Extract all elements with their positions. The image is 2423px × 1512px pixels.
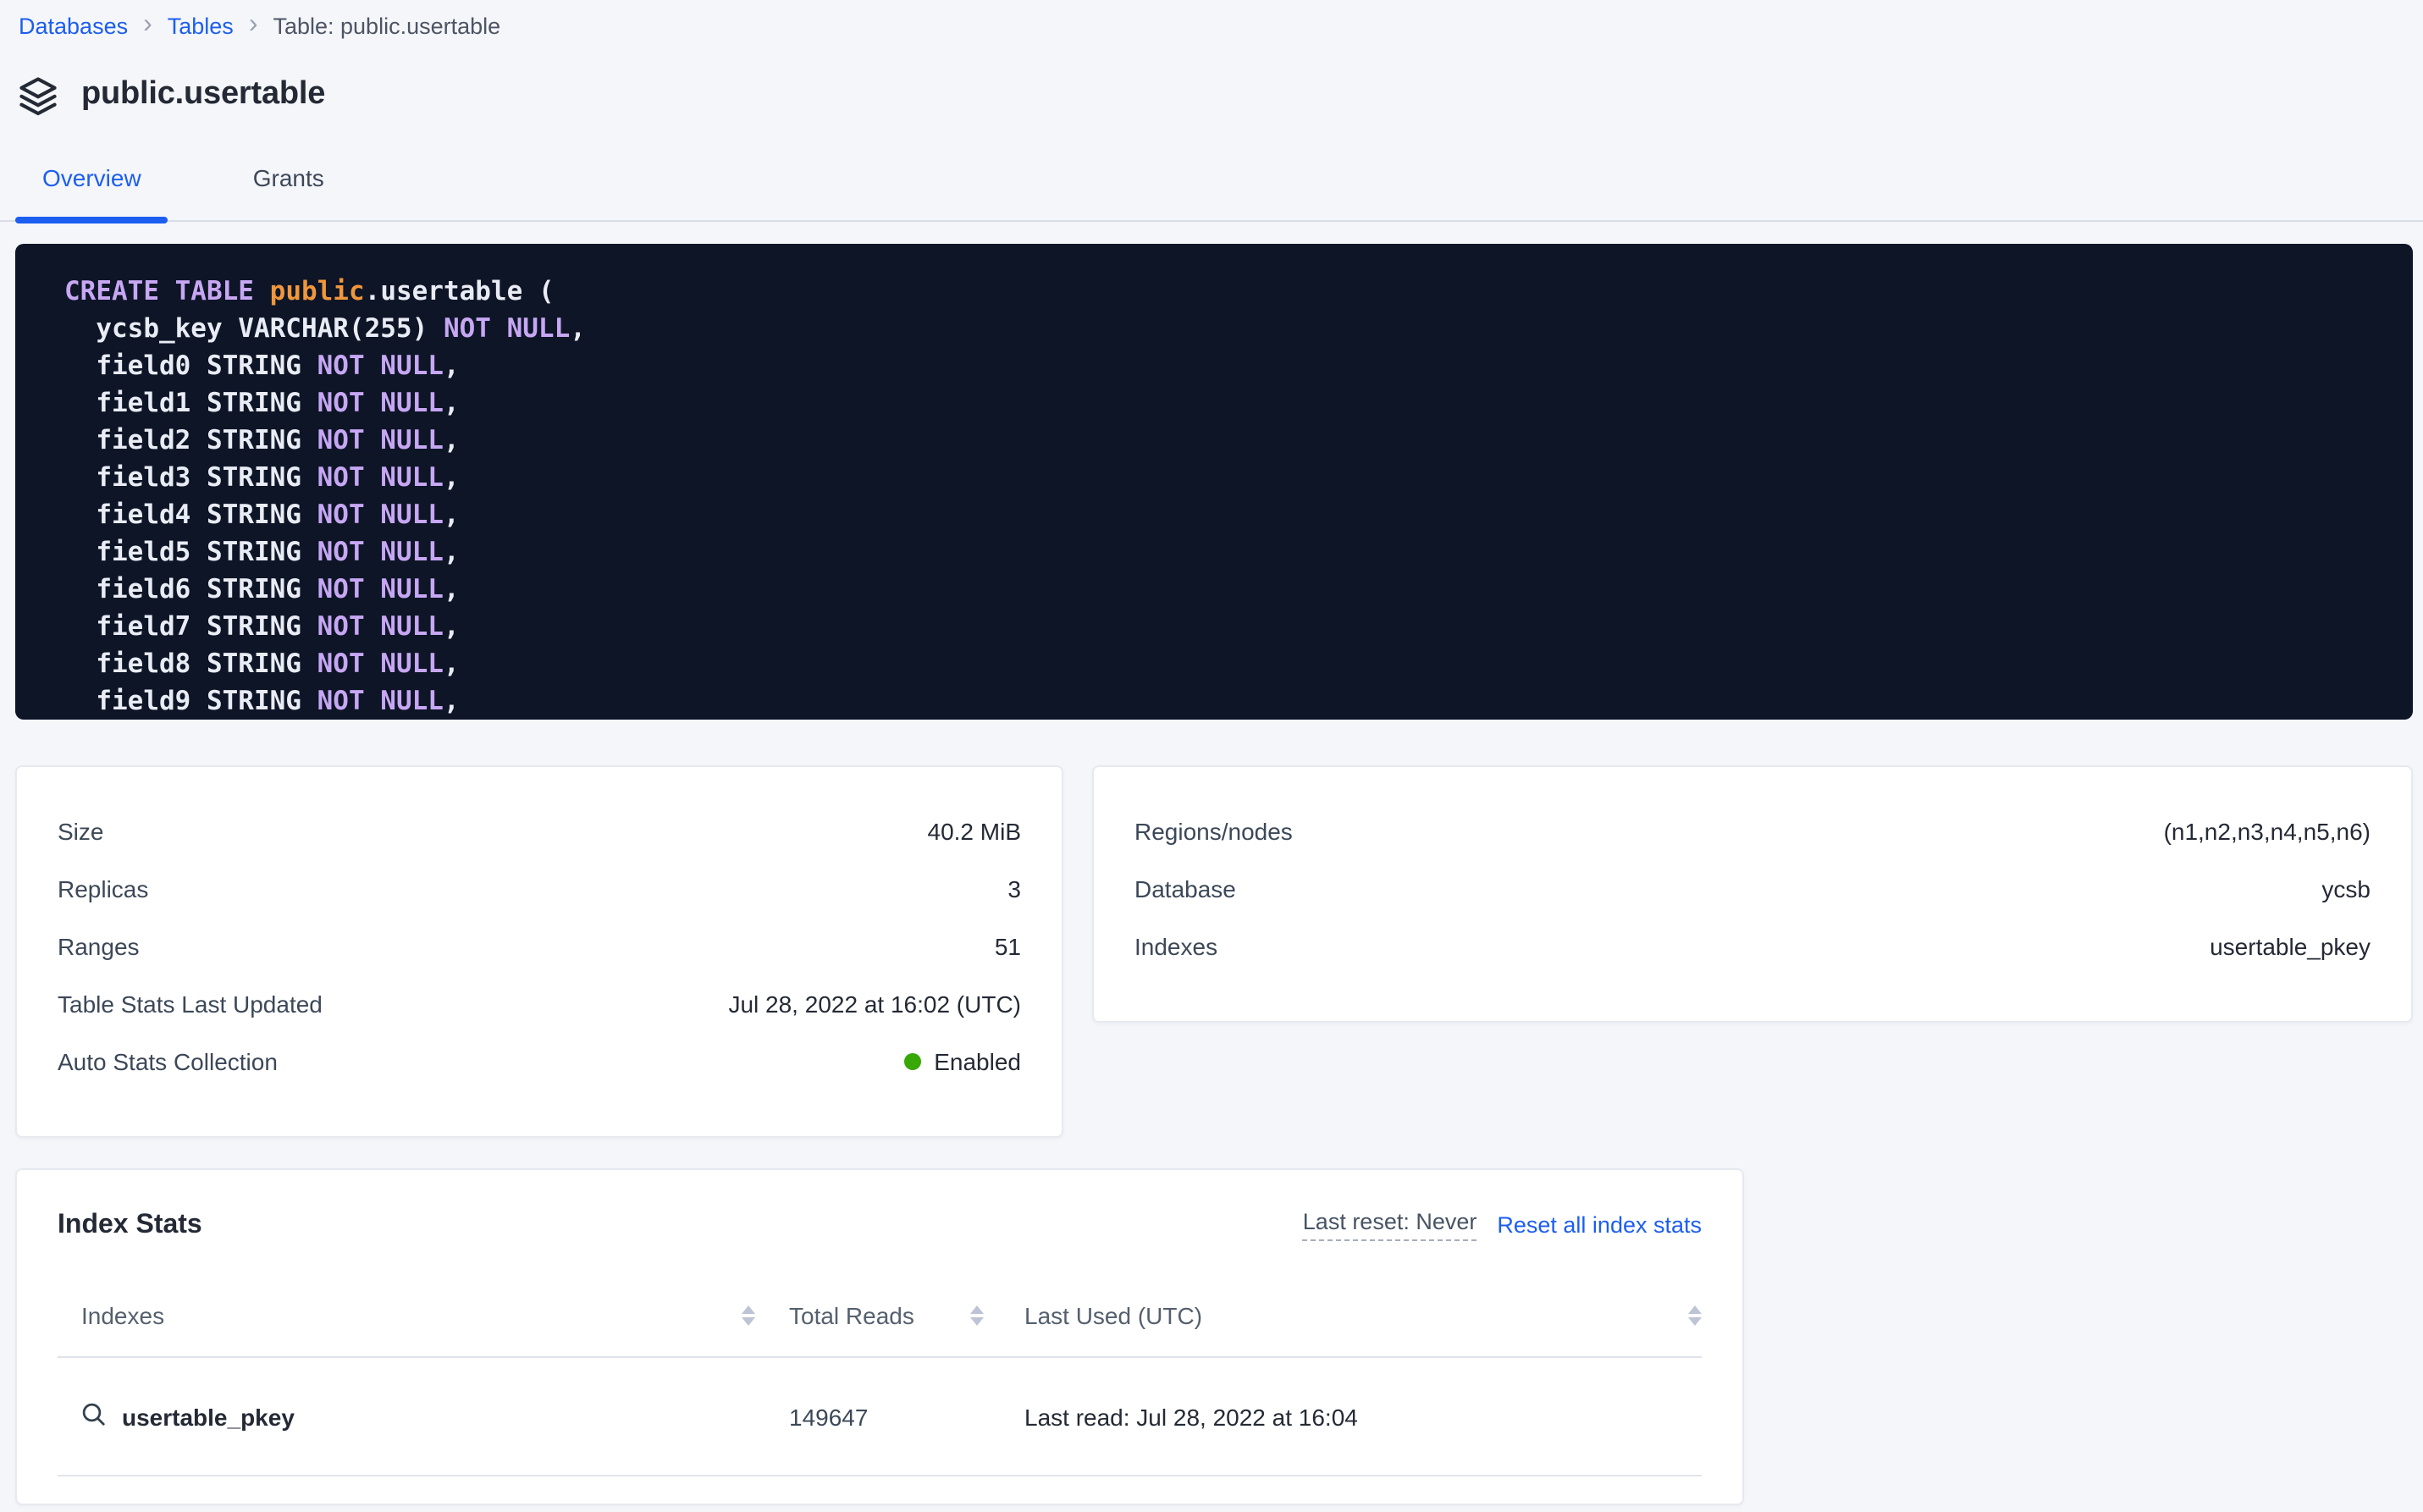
index-stats-actions: Last reset: Never Reset all index stats — [1303, 1209, 1702, 1241]
stat-row-database: Database ycsb — [1134, 860, 2371, 918]
total-reads-cell: 149647 — [789, 1403, 1024, 1430]
stat-value: ycsb — [2321, 875, 2371, 902]
tab-bar: Overview Grants — [0, 164, 2423, 222]
stat-value: 51 — [995, 933, 1021, 960]
sort-arrows-icon[interactable] — [1688, 1305, 1702, 1326]
page-title: public.usertable — [81, 76, 325, 113]
regions-card: Regions/nodes (n1,n2,n3,n4,n5,n6) Databa… — [1092, 765, 2413, 1023]
column-label: Last Used (UTC) — [1024, 1302, 1202, 1329]
stat-row-indexes: Indexes usertable_pkey — [1134, 918, 2371, 975]
column-label: Total Reads — [789, 1302, 914, 1329]
table-detail-page: Databases › Tables › Table: public.usert… — [0, 0, 2423, 1512]
index-stats-title: Index Stats — [58, 1210, 202, 1240]
table-details-card: Size 40.2 MiB Replicas 3 Ranges 51 Table… — [15, 765, 1063, 1138]
create-table-statement: CREATE TABLE public.usertable ( ycsb_key… — [15, 244, 2413, 720]
stat-label: Replicas — [58, 875, 148, 902]
stat-value: 40.2 MiB — [928, 818, 1022, 845]
stat-label: Ranges — [58, 933, 140, 960]
table-row: usertable_pkey 149647 Last read: Jul 28,… — [58, 1358, 1702, 1476]
last-used-cell: Last read: Jul 28, 2022 at 16:04 — [1024, 1403, 1702, 1430]
stat-row-ranges: Ranges 51 — [58, 918, 1021, 975]
tab-grants[interactable]: Grants — [253, 164, 324, 220]
stat-value: (n1,n2,n3,n4,n5,n6) — [2164, 818, 2371, 845]
breadcrumb-link-databases[interactable]: Databases — [19, 13, 128, 38]
chevron-right-icon: › — [249, 14, 258, 37]
breadcrumb: Databases › Tables › Table: public.usert… — [0, 0, 2423, 39]
stat-label: Table Stats Last Updated — [58, 991, 323, 1018]
search-icon — [81, 1401, 107, 1432]
stack-icon — [17, 74, 59, 116]
chevron-right-icon: › — [143, 14, 152, 37]
index-stats-header: Index Stats Last reset: Never Reset all … — [17, 1170, 1742, 1241]
column-header-last-used[interactable]: Last Used (UTC) — [1024, 1302, 1702, 1329]
column-header-total-reads[interactable]: Total Reads — [789, 1302, 1024, 1329]
stat-row-auto-stats: Auto Stats Collection Enabled — [58, 1033, 1021, 1090]
page-header: public.usertable — [17, 73, 2423, 117]
stat-label: Size — [58, 818, 103, 845]
column-label: Indexes — [81, 1302, 164, 1329]
index-name: usertable_pkey — [122, 1403, 295, 1430]
column-header-indexes[interactable]: Indexes — [58, 1302, 789, 1329]
stat-label: Indexes — [1134, 933, 1217, 960]
last-reset-label[interactable]: Last reset: Never — [1303, 1209, 1477, 1241]
reset-index-stats-link[interactable]: Reset all index stats — [1497, 1212, 1702, 1238]
status-text: Enabled — [934, 1048, 1021, 1075]
summary-cards: Size 40.2 MiB Replicas 3 Ranges 51 Table… — [15, 765, 2413, 1138]
index-stats-card: Index Stats Last reset: Never Reset all … — [15, 1168, 1744, 1505]
stat-label: Regions/nodes — [1134, 818, 1293, 845]
status-dot-green-icon — [903, 1053, 920, 1070]
stat-row-regions: Regions/nodes (n1,n2,n3,n4,n5,n6) — [1134, 803, 2371, 860]
sort-arrows-icon[interactable] — [970, 1305, 984, 1326]
tab-overview[interactable]: Overview — [42, 164, 141, 220]
stat-value: 3 — [1007, 875, 1021, 902]
stat-label: Auto Stats Collection — [58, 1048, 278, 1075]
stat-label: Database — [1134, 875, 1236, 902]
breadcrumb-link-tables[interactable]: Tables — [168, 13, 234, 38]
stat-value: Enabled — [903, 1048, 1021, 1075]
stat-row-size: Size 40.2 MiB — [58, 803, 1021, 860]
stat-row-stats-updated: Table Stats Last Updated Jul 28, 2022 at… — [58, 975, 1021, 1033]
index-name-cell[interactable]: usertable_pkey — [58, 1401, 789, 1432]
stat-row-replicas: Replicas 3 — [58, 860, 1021, 918]
stat-value: usertable_pkey — [2210, 933, 2371, 960]
stat-value: Jul 28, 2022 at 16:02 (UTC) — [728, 991, 1021, 1018]
table-header-row: Indexes Total Reads Last Used (UTC) — [58, 1295, 1702, 1358]
index-stats-table: Indexes Total Reads Last Used (UTC) — [58, 1295, 1702, 1476]
breadcrumb-current: Table: public.usertable — [273, 13, 500, 38]
sort-arrows-icon[interactable] — [742, 1305, 755, 1326]
